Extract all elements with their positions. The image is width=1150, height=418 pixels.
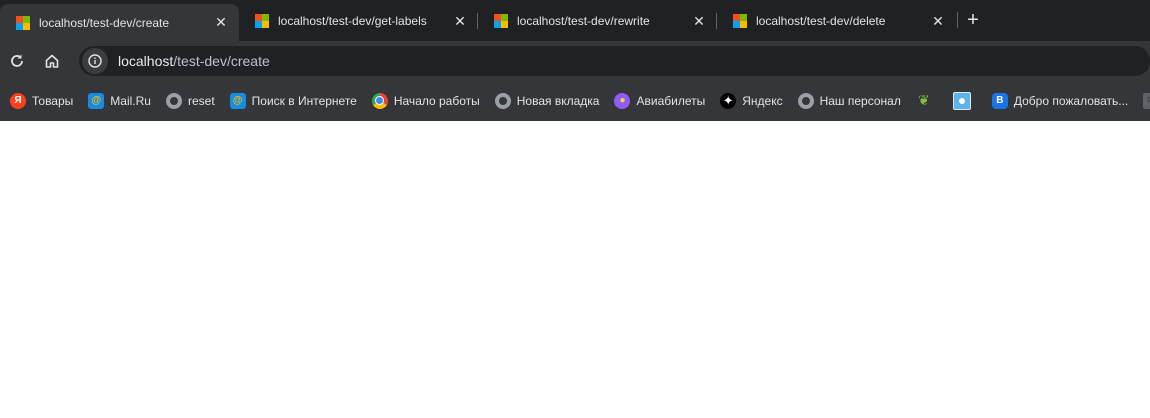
bookmark-tovary[interactable]: Я Товары	[10, 92, 74, 109]
reload-button[interactable]	[0, 44, 34, 78]
bookmark-label: Mail.Ru	[110, 93, 151, 108]
bookmark-getting-started[interactable]: Начало работы	[371, 92, 480, 109]
yandex-y-icon: Я	[10, 92, 26, 109]
tab-favicon-icon	[733, 14, 747, 28]
bookmark-yandex[interactable]: ✦ Яндекс	[720, 92, 783, 109]
tab-separator	[477, 13, 478, 29]
tab-separator	[957, 12, 958, 28]
home-button[interactable]	[35, 44, 69, 78]
tab-close-icon[interactable]: ✕	[930, 13, 946, 30]
browser-chrome: localhost/test-dev/create ✕ localhost/te…	[0, 0, 1150, 121]
address-bar[interactable]: localhost/test-dev/create	[79, 45, 1150, 76]
globe-icon	[165, 92, 182, 109]
bookmarks-bar: Я Товары @ Mail.Ru reset @ Поиск в Интер…	[0, 80, 1150, 121]
bookmark-label: reset	[187, 93, 215, 108]
tab-rewrite[interactable]: localhost/test-dev/rewrite ✕	[477, 4, 717, 38]
bookmark-search[interactable]: @ Поиск в Интернете	[229, 92, 357, 109]
bookmark-welcome[interactable]: B Добро пожаловать...	[991, 92, 1129, 109]
address-url[interactable]: localhost/test-dev/create	[118, 53, 270, 69]
tab-close-icon[interactable]: ✕	[691, 13, 707, 30]
plus-icon: +	[967, 8, 979, 31]
tab-close-icon[interactable]: ✕	[213, 14, 229, 31]
chrome-icon	[371, 92, 388, 109]
bookmark-mail[interactable]: ✉	[1143, 92, 1150, 109]
globe-icon	[797, 92, 814, 109]
bookmark-label: Наш персонал	[819, 93, 901, 108]
bookmark-label: Товары	[32, 93, 74, 108]
tab-favicon-icon	[255, 14, 269, 28]
toolbar: localhost/test-dev/create	[0, 41, 1150, 80]
bookmark-personnel[interactable]: Наш персонал	[797, 92, 901, 109]
bookmark-label: Авиабилеты	[636, 93, 706, 108]
bookmark-label: Новая вкладка	[516, 93, 600, 108]
tab-create[interactable]: localhost/test-dev/create ✕	[0, 4, 239, 41]
tab-close-icon[interactable]: ✕	[452, 13, 468, 30]
planet-icon: ●	[614, 92, 631, 109]
info-icon	[88, 53, 102, 68]
bookmark-app[interactable]	[952, 91, 977, 110]
leaf-icon: ❦	[917, 92, 930, 108]
home-icon	[45, 54, 59, 68]
tab-title: localhost/test-dev/rewrite	[517, 14, 650, 28]
tab-favicon-icon	[494, 14, 508, 28]
tab-strip: localhost/test-dev/create ✕ localhost/te…	[0, 0, 1150, 41]
tab-title: localhost/test-dev/get-labels	[278, 14, 427, 28]
url-path: /test-dev/create	[173, 52, 270, 69]
mailru-at-icon: @	[88, 92, 105, 109]
bookmark-reset[interactable]: reset	[165, 92, 215, 109]
tab-separator	[716, 13, 717, 29]
mailru-at-icon: @	[229, 92, 246, 109]
bookmark-avia[interactable]: ● Авиабилеты	[614, 92, 706, 109]
bookmark-leaf[interactable]: ❦	[916, 92, 938, 109]
tab-delete[interactable]: localhost/test-dev/delete ✕	[716, 4, 956, 38]
bookmark-label: Яндекс	[742, 93, 783, 108]
page-content	[0, 121, 1150, 418]
tab-favicon-icon	[16, 15, 30, 30]
blue-b-icon: B	[991, 92, 1008, 109]
new-tab-button[interactable]: +	[957, 5, 988, 35]
mail-icon: ✉	[1143, 92, 1150, 109]
reload-icon	[11, 54, 23, 67]
tab-title: localhost/test-dev/create	[39, 15, 170, 30]
tab-get-labels[interactable]: localhost/test-dev/get-labels ✕	[239, 4, 478, 38]
bookmark-label: Начало работы	[393, 93, 480, 108]
tab-title: localhost/test-dev/delete	[756, 14, 886, 28]
bookmark-new-tab[interactable]: Новая вкладка	[494, 92, 600, 109]
site-info-button[interactable]	[82, 47, 108, 74]
bookmark-label: Добро пожаловать...	[1013, 93, 1129, 108]
star-icon: ✦	[720, 92, 737, 109]
bookmark-label: Поиск в Интернете	[251, 93, 357, 108]
globe-icon	[494, 92, 511, 109]
bookmark-mailru[interactable]: @ Mail.Ru	[88, 92, 151, 109]
square-app-icon	[952, 91, 971, 110]
url-host: localhost	[118, 52, 174, 69]
